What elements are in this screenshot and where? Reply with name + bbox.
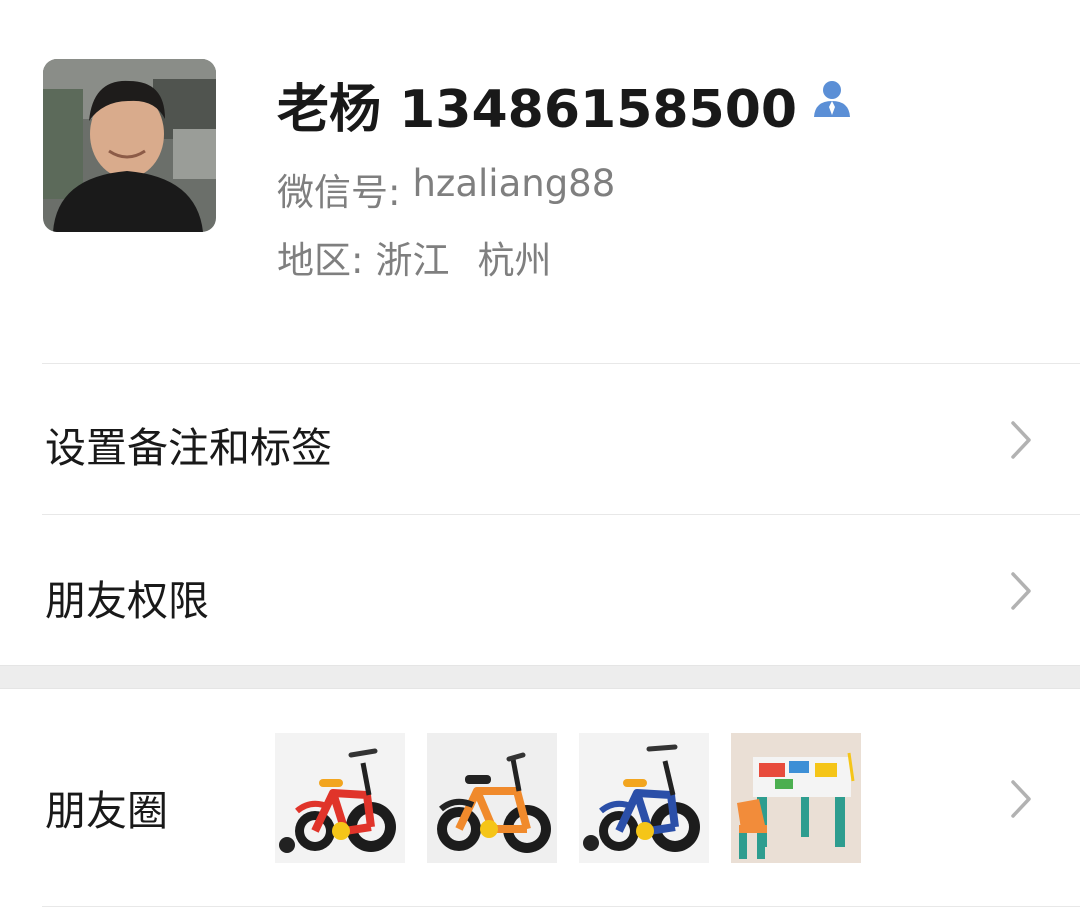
chevron-right-icon [1011, 421, 1031, 459]
section-gap [0, 665, 1080, 689]
friend-permissions-row[interactable]: 朋友权限 [0, 515, 1080, 665]
wechat-id-label: 微信号: [277, 171, 401, 214]
avatar[interactable] [43, 59, 216, 232]
remarks-tags-label: 设置备注和标签 [45, 424, 332, 472]
chevron-right-icon [1011, 780, 1031, 818]
wechat-id-line: 微信号: hzaliang88 [277, 162, 615, 216]
region-label: 地区: [277, 239, 364, 282]
chevron-right-icon [1011, 572, 1031, 610]
moment-thumbnail-toy-table[interactable] [731, 733, 861, 863]
moment-thumbnail-orange-bicycle[interactable] [427, 733, 557, 863]
region-line: 地区: 浙江 杭州 [277, 230, 551, 284]
remarks-tags-row[interactable]: 设置备注和标签 [0, 364, 1080, 514]
moment-thumbnail-blue-bicycle[interactable] [579, 733, 709, 863]
moments-label: 朋友圈 [45, 787, 168, 835]
name-row: 老杨 13486158500 [277, 68, 853, 140]
moments-thumbnails [275, 733, 883, 863]
display-name: 老杨 13486158500 [277, 79, 798, 140]
person-icon [811, 77, 853, 119]
moment-thumbnail-red-bicycle[interactable] [275, 733, 405, 863]
friend-permissions-label: 朋友权限 [45, 577, 209, 625]
region-city: 杭州 [477, 239, 552, 282]
divider [42, 906, 1080, 907]
region-province: 浙江 [375, 239, 450, 282]
profile-header: 老杨 13486158500 微信号: hzaliang88 地区: 浙江 杭州 [0, 0, 1080, 363]
wechat-id-value[interactable]: hzaliang88 [412, 162, 615, 216]
